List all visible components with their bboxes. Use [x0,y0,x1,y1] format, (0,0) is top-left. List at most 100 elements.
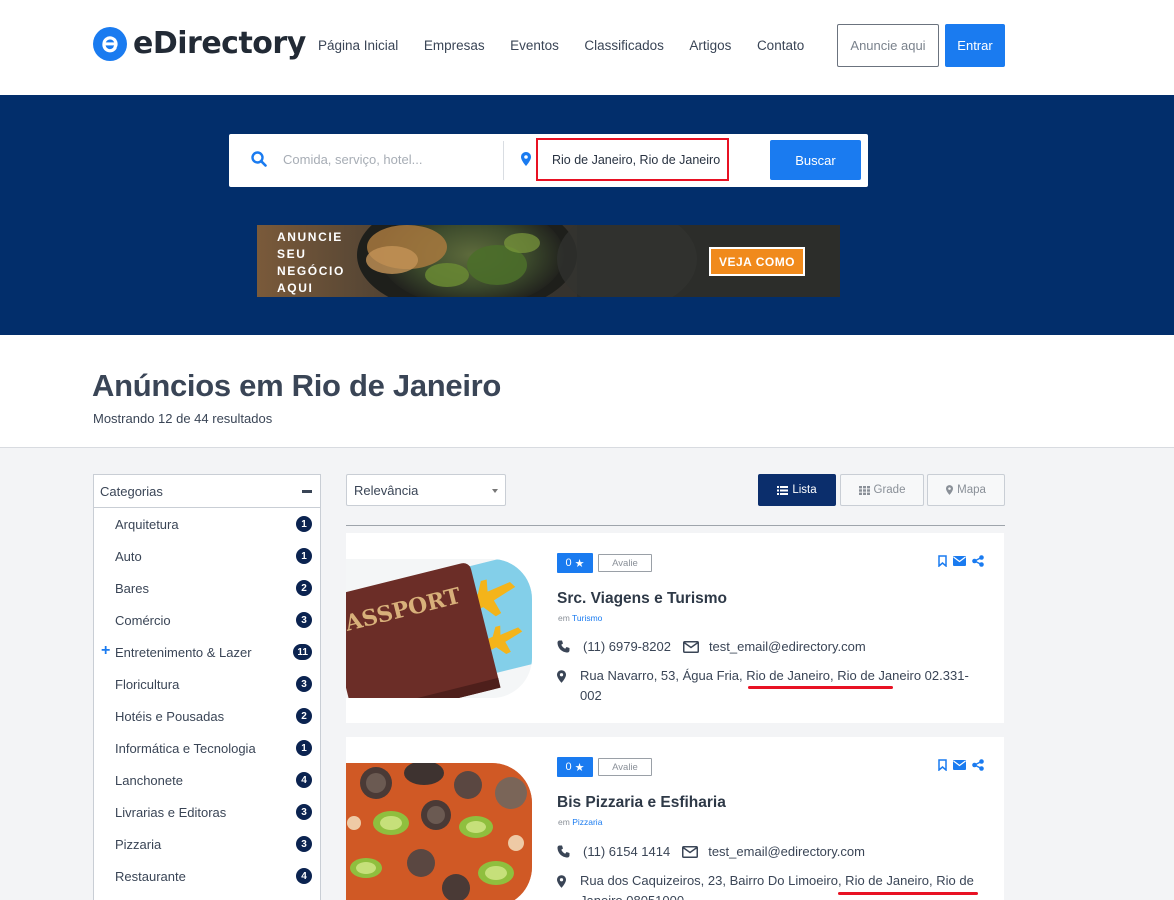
category-item-livrarias[interactable]: Livrarias e Editoras 3 [95,796,320,828]
category-item-entretenimento[interactable]: + Entretenimento & Lazer 11 [95,636,320,668]
logo-icon [93,26,127,61]
brand-logo[interactable]: eDirectory [93,26,306,61]
sort-select[interactable]: Relevância [346,474,506,506]
rating-value: 0 [565,557,572,569]
category-count-badge: 3 [296,676,312,692]
hero-section: Comida, serviço, hotel... Rio de Janeiro… [0,95,1174,335]
category-item-bares[interactable]: Bares 2 [95,572,320,604]
category-item-pizzaria[interactable]: Pizzaria 3 [95,828,320,860]
category-count-badge: 3 [296,836,312,852]
view-list-button[interactable]: Lista [758,474,836,506]
star-icon: ★ [574,557,585,570]
category-count-badge: 2 [296,708,312,724]
category-item-restaurante[interactable]: Restaurante 4 [95,860,320,892]
bookmark-icon[interactable] [938,555,947,567]
listing-category-link[interactable]: Pizzaria [572,817,602,827]
search-button[interactable]: Buscar [770,140,861,180]
category-item-arquitetura[interactable]: Arquitetura 1 [95,508,320,540]
category-label: Restaurante [115,868,186,884]
search-icon [251,151,267,172]
nav-companies[interactable]: Empresas [424,38,485,53]
view-map-button[interactable]: Mapa [927,474,1005,506]
listing-actions [938,555,984,567]
category-filter: Categorias Arquitetura 1 Auto 1 Bares 2 Com… [93,474,321,900]
category-filter-header[interactable]: Categorias [94,475,320,508]
category-item-comercio[interactable]: Comércio 3 [95,604,320,636]
view-grid-button[interactable]: Grade [840,474,924,506]
category-count-badge: 11 [293,644,312,660]
category-prefix: em [558,613,570,623]
banner-line-3: NEGÓCIO [277,264,345,278]
rating-badge[interactable]: 0 ★ [557,757,593,777]
category-item-floricultura[interactable]: Floricultura 3 [95,668,320,700]
banner-line-1: ANUNCIE [277,230,343,244]
page-title: Anúncios em Rio de Janeiro [92,368,502,403]
listing-email[interactable]: test_email@edirectory.com [708,844,865,859]
nav-events[interactable]: Eventos [510,38,559,53]
expand-plus-icon[interactable]: + [101,642,110,660]
grid-icon [858,485,870,495]
email-icon[interactable] [953,760,966,770]
share-icon[interactable] [972,759,984,771]
category-count-badge: 4 [296,772,312,788]
view-list-label: Lista [792,484,817,496]
category-item-auto[interactable]: Auto 1 [95,540,320,572]
share-icon[interactable] [972,555,984,567]
category-count-badge: 1 [296,516,312,532]
listing-category-link[interactable]: Turismo [572,613,602,623]
listing-card[interactable]: 0 ★ Avalie Bis Pizzaria e Esfiharia em P… [346,737,1004,900]
nav-contact[interactable]: Contato [757,38,804,53]
category-count-badge: 3 [296,612,312,628]
listing-phone[interactable]: (11) 6154 1414 [583,844,670,859]
envelope-icon [682,640,699,653]
banner-headline: ANUNCIE SEU NEGÓCIO AQUI [277,229,345,297]
rating-badge[interactable]: 0 ★ [557,553,593,573]
listing-title[interactable]: Bis Pizzaria e Esfiharia [557,794,726,812]
category-item-lanchonete[interactable]: Lanchonete 4 [95,764,320,796]
highlight-underline [748,686,893,689]
collapse-icon[interactable] [302,489,312,493]
listing-phone[interactable]: (11) 6979-8202 [583,639,671,654]
review-button[interactable]: Avalie [598,758,652,776]
category-label: Pizzaria [115,836,162,852]
toolbar-divider [346,525,1005,526]
listing-email[interactable]: test_email@edirectory.com [709,639,866,654]
category-prefix: em [558,817,570,827]
category-label: Arquitetura [115,516,179,532]
category-count-badge: 3 [296,804,312,820]
view-grid-label: Grade [873,484,906,496]
keyword-search-input[interactable]: Comida, serviço, hotel... [283,152,422,167]
phone-icon [557,640,570,653]
location-search-input[interactable]: Rio de Janeiro, Rio de Janeiro [536,138,729,181]
listing-title[interactable]: Src. Viagens e Turismo [557,590,727,608]
category-count-badge: 2 [296,580,312,596]
category-item-informatica[interactable]: Informática e Tecnologia 1 [95,732,320,764]
category-item-hoteis[interactable]: Hotéis e Pousadas 2 [95,700,320,732]
category-label: Lanchonete [115,772,183,788]
nav-articles[interactable]: Artigos [689,38,731,53]
bookmark-icon[interactable] [938,759,947,771]
category-label: Entretenimento & Lazer [115,644,252,660]
category-label: Informática e Tecnologia [115,740,256,756]
rating-value: 0 [565,761,572,773]
review-button[interactable]: Avalie [598,554,652,572]
listing-address: Rua dos Caquizeiros, 23, Bairro Do Limoe… [580,873,974,900]
advertise-banner[interactable]: ANUNCIE SEU NEGÓCIO AQUI VEJA COMO [257,225,840,297]
sort-value: Relevância [354,482,419,498]
banner-line-2: SEU [277,247,307,261]
listing-thumbnail[interactable] [346,763,532,900]
site-header: eDirectory Página Inicial Empresas Event… [0,0,1174,95]
listing-address-row: Rua dos Caquizeiros, 23, Bairro Do Limoe… [557,871,980,900]
nav-classifieds[interactable]: Classificados [584,38,664,53]
main-nav: Página Inicial Empresas Eventos Classifi… [318,38,830,53]
list-icon [777,485,789,495]
category-label: Auto [115,548,142,564]
banner-cta-button[interactable]: VEJA COMO [709,247,805,276]
login-button[interactable]: Entrar [945,24,1005,67]
nav-home[interactable]: Página Inicial [318,38,398,53]
email-icon[interactable] [953,556,966,566]
results-count: Mostrando 12 de 44 resultados [93,411,273,426]
listing-card[interactable]: ASSPORT 0 ★ Avalie Src. Viagens e Turism… [346,533,1004,723]
listing-thumbnail[interactable]: ASSPORT [346,559,532,698]
advertise-button[interactable]: Anuncie aqui [837,24,939,67]
